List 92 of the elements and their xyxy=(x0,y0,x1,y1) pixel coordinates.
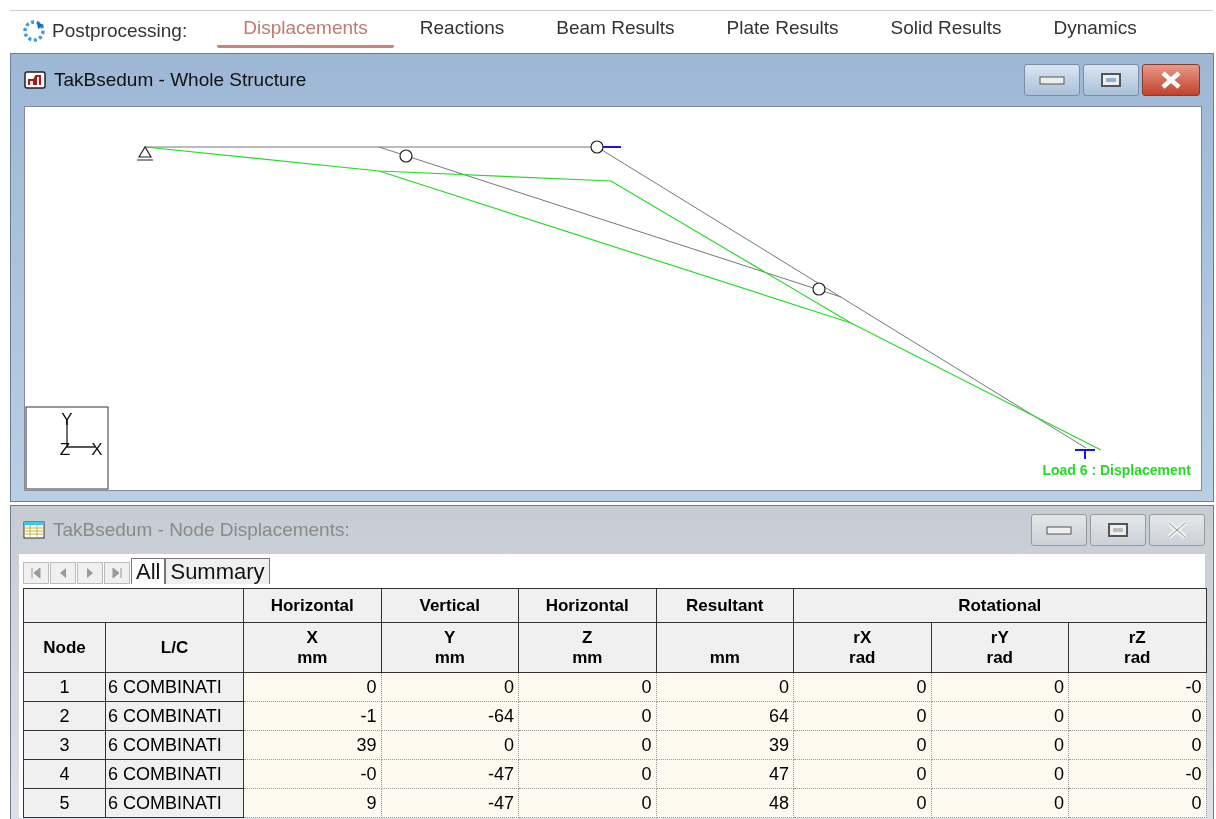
value-cell: 0 xyxy=(931,672,1069,702)
value-cell: 0 xyxy=(931,788,1069,818)
column-header: Z mm xyxy=(518,622,656,673)
node-cell: 5 xyxy=(23,788,106,818)
maximize-button[interactable] xyxy=(1083,64,1139,96)
node-cell: 4 xyxy=(23,759,106,789)
first-icon xyxy=(31,567,41,579)
value-cell: 39 xyxy=(243,730,381,760)
value-cell: -1 xyxy=(243,701,381,731)
column-group-header: Horizontal xyxy=(243,588,381,623)
last-icon xyxy=(112,567,122,579)
value-cell: 0 xyxy=(931,730,1069,760)
value-cell: 0 xyxy=(518,672,656,702)
results-tab[interactable]: Plate Results xyxy=(700,13,865,48)
value-cell: 0 xyxy=(1068,701,1206,731)
first-sheet-button[interactable] xyxy=(23,562,49,584)
value-cell: 0 xyxy=(518,730,656,760)
value-cell: 0 xyxy=(381,672,519,702)
maximize-icon xyxy=(1107,522,1129,538)
value-cell: 48 xyxy=(656,788,794,818)
next-sheet-button[interactable] xyxy=(77,562,103,584)
value-cell: 9 xyxy=(243,788,381,818)
minimize-icon xyxy=(1046,524,1072,536)
value-cell: 0 xyxy=(1068,730,1206,760)
column-header: Y mm xyxy=(381,622,519,673)
value-cell: 0 xyxy=(793,672,931,702)
axis-label: X xyxy=(91,440,103,459)
value-cell: 0 xyxy=(793,788,931,818)
value-cell: 0 xyxy=(931,701,1069,731)
toolbar-title: Postprocessing: xyxy=(52,19,188,42)
value-cell: -47 xyxy=(381,788,519,818)
value-cell: 0 xyxy=(518,788,656,818)
structure-icon xyxy=(24,71,46,89)
column-group-header: Horizontal xyxy=(518,588,656,623)
value-cell: 64 xyxy=(656,701,794,731)
load-case-cell: 6 COMBINATI xyxy=(105,701,244,731)
sheet-tab[interactable]: Summary xyxy=(165,558,270,584)
window-title: TakBsedum - Whole Structure xyxy=(54,69,307,91)
column-header: L/C xyxy=(105,622,244,673)
value-cell: -47 xyxy=(381,759,519,789)
minimize-button[interactable] xyxy=(1024,64,1080,96)
column-group-header: Rotational xyxy=(793,588,1206,623)
node-cell: 1 xyxy=(23,672,106,702)
column-group-header: Vertical xyxy=(381,588,519,623)
results-tab[interactable]: Solid Results xyxy=(864,13,1028,48)
column-header: rX rad xyxy=(793,622,931,673)
column-group-header: Resultant xyxy=(656,588,794,623)
value-cell: 0 xyxy=(793,730,931,760)
column-header: rY rad xyxy=(931,622,1069,673)
load-case-cell: 6 COMBINATI xyxy=(105,759,244,789)
minimize-icon xyxy=(1039,74,1065,86)
close-button[interactable] xyxy=(1142,64,1200,96)
maximize-button[interactable] xyxy=(1090,514,1146,546)
last-sheet-button[interactable] xyxy=(104,562,130,584)
load-case-cell: 6 COMBINATI xyxy=(105,788,244,818)
axis-label: Z xyxy=(59,440,71,459)
value-cell: 0 xyxy=(1068,788,1206,818)
value-cell: -0 xyxy=(1068,759,1206,789)
value-cell: 39 xyxy=(656,730,794,760)
triangle-left-icon xyxy=(58,567,68,579)
column-header: mm xyxy=(656,622,794,673)
load-case-cell: 6 COMBINATI xyxy=(105,672,244,702)
value-cell: 0 xyxy=(793,759,931,789)
value-cell: -64 xyxy=(381,701,519,731)
column-header: rZ rad xyxy=(1068,622,1206,673)
value-cell: 0 xyxy=(518,759,656,789)
previous-sheet-button[interactable] xyxy=(50,562,76,584)
value-cell: -0 xyxy=(1068,672,1206,702)
table-icon xyxy=(23,521,45,539)
triangle-right-icon xyxy=(85,567,95,579)
value-cell: 0 xyxy=(656,672,794,702)
axis-label: Y xyxy=(61,410,73,429)
refresh-icon xyxy=(22,18,46,43)
sheet-tab[interactable]: All xyxy=(131,558,166,584)
results-tab[interactable]: Dynamics xyxy=(1027,13,1163,48)
load-legend: Load 6 : Displacement xyxy=(1042,462,1191,478)
value-cell: -0 xyxy=(243,759,381,789)
value-cell: 47 xyxy=(656,759,794,789)
maximize-icon xyxy=(1100,72,1122,88)
node-cell: 3 xyxy=(23,730,106,760)
value-cell: 0 xyxy=(793,701,931,731)
load-case-cell: 6 COMBINATI xyxy=(105,730,244,760)
value-cell: 0 xyxy=(381,730,519,760)
value-cell: 0 xyxy=(518,701,656,731)
window-title: TakBsedum - Node Displacements: xyxy=(53,519,350,541)
column-header: Node xyxy=(23,622,106,673)
value-cell: 0 xyxy=(243,672,381,702)
results-tab[interactable]: Reactions xyxy=(393,13,531,48)
value-cell: 0 xyxy=(931,759,1069,789)
results-tab[interactable]: Beam Results xyxy=(530,13,701,48)
node-cell: 2 xyxy=(23,701,106,731)
column-header: X mm xyxy=(243,622,381,673)
